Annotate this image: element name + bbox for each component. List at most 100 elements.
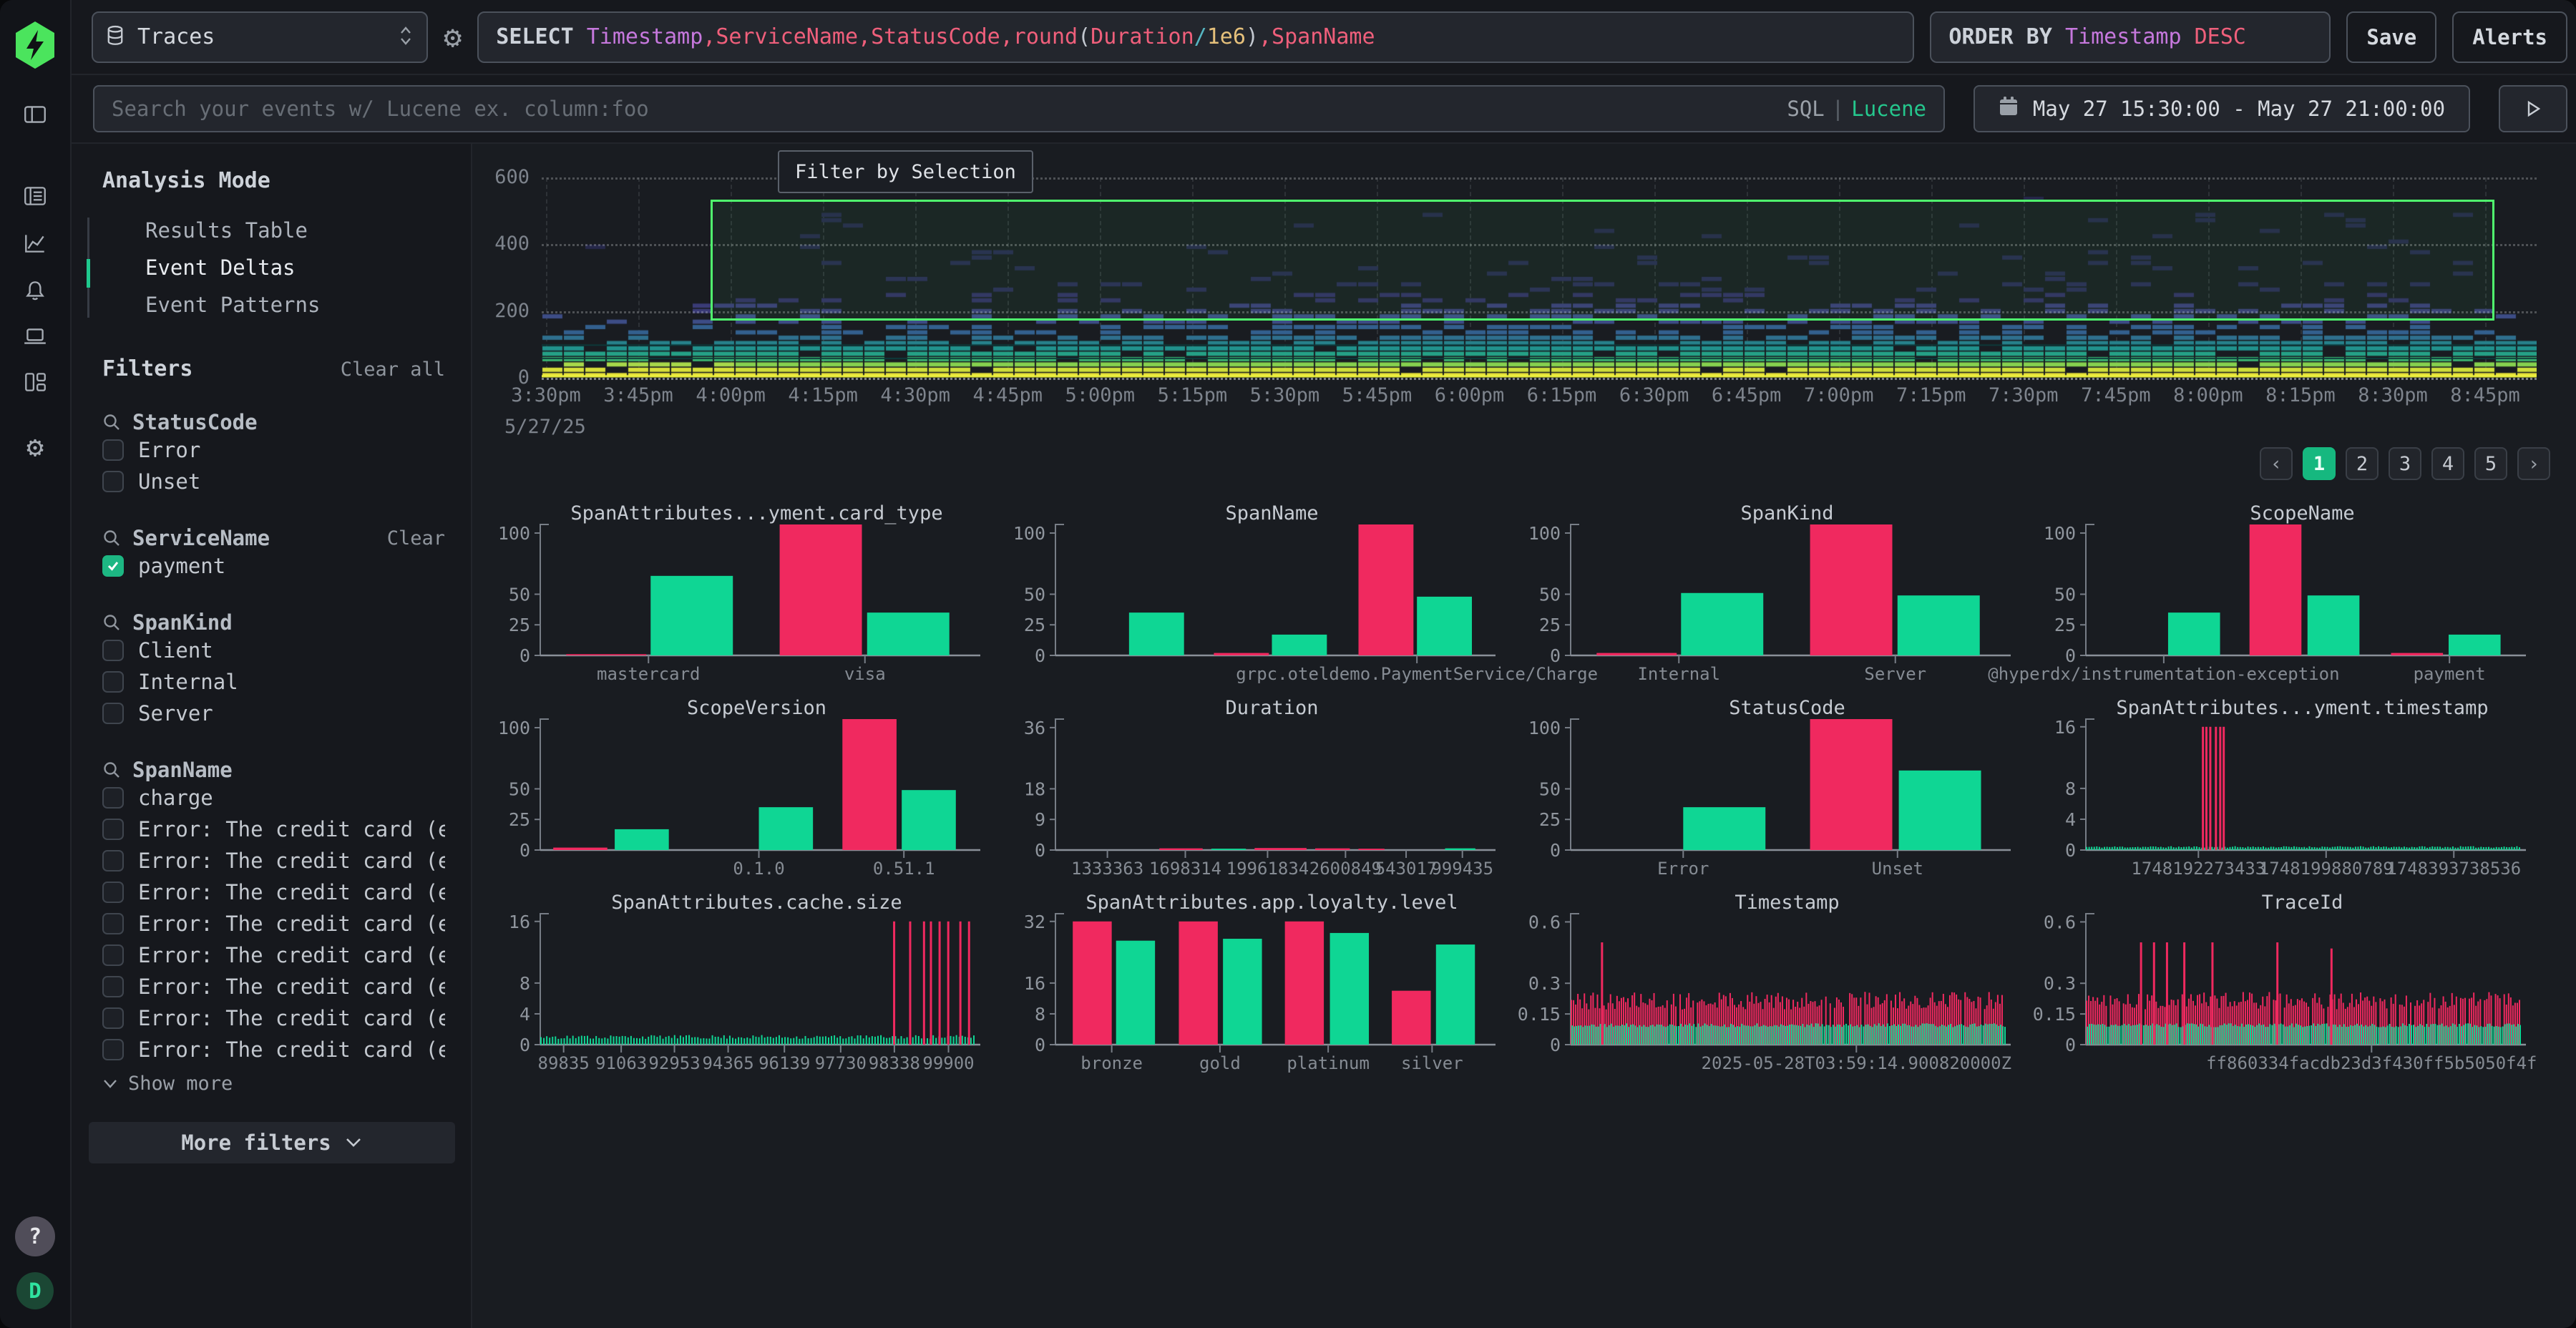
filter-by-selection-tooltip[interactable]: Filter by Selection (778, 150, 1033, 193)
filter-option[interactable]: Error: The credit card (end… (102, 877, 445, 908)
hyperdx-logo-icon[interactable] (13, 21, 57, 72)
run-query-button[interactable] (2499, 85, 2567, 132)
event-feed-icon[interactable] (22, 183, 48, 212)
checkbox-error-the-credi[interactable] (102, 882, 124, 903)
checkbox-error-the-credi[interactable] (102, 1007, 124, 1029)
chart-x-tick: Error (1657, 859, 1709, 879)
sessions-laptop-icon[interactable] (22, 323, 48, 352)
chart-svg: ScopeName02550100@hyperdx/instrumentatio… (2046, 501, 2562, 695)
checkbox-charge[interactable] (102, 787, 124, 809)
chevron-updown-icon (398, 24, 414, 50)
checkbox-payment[interactable] (102, 555, 124, 577)
save-button[interactable]: Save (2346, 11, 2436, 63)
pagination-page-5[interactable]: 5 (2474, 447, 2507, 480)
pagination-page-3[interactable]: 3 (2389, 447, 2421, 480)
filter-option[interactable]: charge (102, 782, 445, 814)
show-more-link[interactable]: Show more (102, 1073, 445, 1095)
pagination-prev-button[interactable]: ‹ (2260, 447, 2293, 480)
filter-option[interactable]: payment (102, 550, 445, 582)
filter-option[interactable]: Server (102, 698, 445, 729)
date-range-picker[interactable]: May 27 15:30:00 - May 27 21:00:00 (1974, 85, 2470, 132)
alerts-bell-icon[interactable] (22, 278, 48, 306)
pagination-next-button[interactable]: › (2517, 447, 2550, 480)
timeline-x-tick: 7:45pm (2081, 384, 2151, 406)
timeline-plot[interactable]: Filter by Selection (542, 177, 2537, 378)
timeline-selection-brush[interactable] (711, 200, 2495, 321)
filter-option[interactable]: Internal (102, 666, 445, 698)
chart-y-tick: 0 (2065, 1035, 2076, 1055)
checkbox-error[interactable] (102, 439, 124, 461)
query-token: ( (1078, 24, 1091, 49)
filter-option[interactable]: Unset (102, 466, 445, 497)
filter-group-clear-link[interactable]: Clear (387, 527, 445, 550)
bar-pink (1285, 922, 1324, 1045)
filter-option[interactable]: Error: The credit card (end… (102, 971, 445, 1002)
checkbox-error-the-credi[interactable] (102, 1039, 124, 1060)
settings-gear-icon[interactable]: ⚙ (26, 431, 44, 464)
chart-x-tick: platinum (1287, 1053, 1370, 1073)
bar-spike (2205, 727, 2207, 850)
filter-option[interactable]: Error (102, 434, 445, 466)
bar-pink (1179, 922, 1217, 1045)
chart-y-tick: 16 (2054, 717, 2076, 738)
filter-option[interactable]: Error: The credit card (end… (102, 1034, 445, 1065)
panel-left-icon[interactable] (22, 102, 48, 130)
filters-title: Filters (102, 356, 192, 381)
analysis-mode-item-event-patterns[interactable]: Event Patterns (102, 286, 445, 323)
search-box[interactable]: SQL|Lucene (93, 85, 1945, 132)
search-icon[interactable] (102, 529, 121, 547)
checkbox-error-the-credi[interactable] (102, 850, 124, 872)
help-button[interactable]: ? (15, 1216, 55, 1256)
chart-x-tick: Server (1864, 664, 1926, 684)
search-icon[interactable] (102, 613, 121, 632)
checkbox-server[interactable] (102, 703, 124, 724)
pagination-page-2[interactable]: 2 (2346, 447, 2379, 480)
clear-all-link[interactable]: Clear all (341, 358, 445, 381)
line-chart-icon[interactable] (22, 230, 48, 259)
sql-select-input[interactable]: SELECT Timestamp,ServiceName,StatusCode,… (477, 11, 1914, 63)
checkbox-error-the-credi[interactable] (102, 819, 124, 840)
chart-y-tick: 50 (509, 584, 530, 605)
bar-green (2308, 595, 2360, 655)
filter-option[interactable]: Error: The credit card (end… (102, 908, 445, 939)
dashboards-icon[interactable] (22, 369, 48, 398)
checkbox-internal[interactable] (102, 671, 124, 693)
bar-spike (2276, 942, 2278, 1045)
analysis-mode-item-results-table[interactable]: Results Table (102, 212, 445, 249)
source-select[interactable]: Traces (92, 11, 428, 63)
checkbox-error-the-credi[interactable] (102, 944, 124, 966)
more-filters-button[interactable]: More filters (89, 1122, 455, 1163)
filter-option[interactable]: Error: The credit card (end… (102, 814, 445, 845)
chart-x-tick: 543017 (1375, 859, 1438, 879)
chart-x-tick: 0.1.0 (733, 859, 784, 879)
mode-lucene[interactable]: Lucene (1851, 97, 1926, 121)
query-token: , (703, 24, 716, 49)
filter-option[interactable]: Error: The credit card (end… (102, 939, 445, 971)
analysis-mode-item-event-deltas[interactable]: Event Deltas (102, 249, 445, 286)
source-settings-gear-icon[interactable]: ⚙ (444, 22, 462, 52)
chart-y-tick: 25 (1539, 809, 1561, 830)
pagination-page-4[interactable]: 4 (2431, 447, 2464, 480)
order-by-input[interactable]: ORDER BY Timestamp DESC (1930, 11, 2331, 63)
search-input[interactable] (110, 96, 1793, 122)
mode-sql[interactable]: SQL (1787, 97, 1824, 121)
alerts-button[interactable]: Alerts (2452, 11, 2567, 63)
checkbox-error-the-credi[interactable] (102, 913, 124, 934)
timeline-chart: Filter by Selection 5/27/25 3:30pm3:45pm… (472, 144, 2576, 444)
chart-y-tick: 50 (1539, 584, 1561, 605)
filter-option[interactable]: Error: The credit card (end… (102, 845, 445, 877)
check-icon (106, 559, 120, 573)
bar-green (1272, 635, 1327, 655)
filter-option[interactable]: Client (102, 635, 445, 666)
pagination-page-1[interactable]: 1 (2303, 447, 2336, 480)
checkbox-client[interactable] (102, 640, 124, 661)
filter-option[interactable]: Error: The credit card (end… (102, 1002, 445, 1034)
search-icon[interactable] (102, 413, 121, 431)
checkbox-error-the-credi[interactable] (102, 976, 124, 997)
checkbox-unset[interactable] (102, 471, 124, 492)
bar-green (2449, 635, 2501, 655)
timeline-x-tick: 3:45pm (603, 384, 673, 406)
avatar[interactable]: D (16, 1272, 54, 1309)
bar-pink (1810, 719, 1893, 850)
search-icon[interactable] (102, 761, 121, 779)
